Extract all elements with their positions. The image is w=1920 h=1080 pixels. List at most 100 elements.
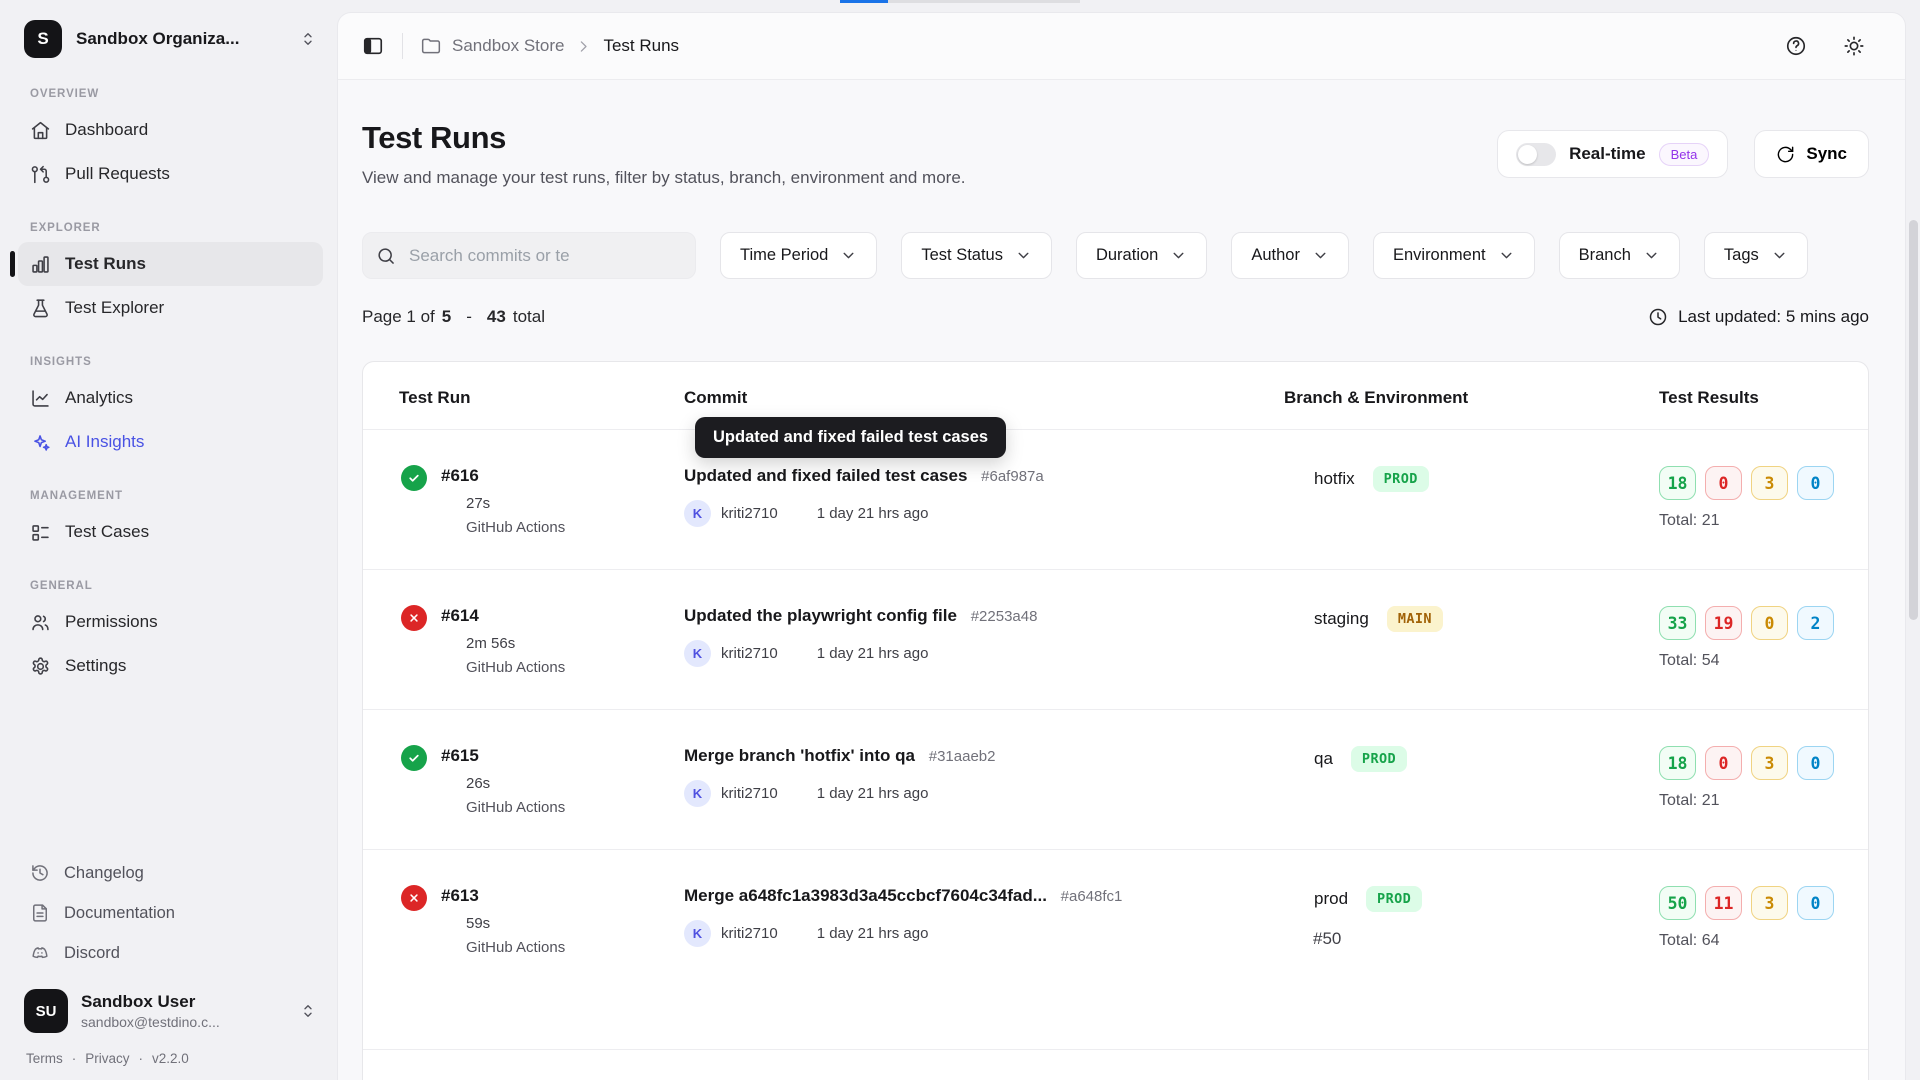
- cell-test-results: 50 11 3 0 Total: 64: [1659, 886, 1868, 1049]
- chevron-down-icon: [1498, 247, 1515, 264]
- org-switcher[interactable]: S Sandbox Organiza...: [18, 16, 323, 62]
- sidebar-item-label: Dashboard: [65, 120, 148, 140]
- list-icon: [30, 522, 51, 543]
- flaky-count-badge: 3: [1751, 466, 1788, 500]
- bar-chart-icon: [30, 254, 51, 275]
- sidebar-item-test-explorer[interactable]: Test Explorer: [18, 286, 323, 330]
- sidebar-toggle-icon[interactable]: [362, 35, 384, 57]
- terms-link[interactable]: Terms: [26, 1051, 63, 1066]
- branch-name: prod: [1314, 889, 1348, 909]
- author-name: kriti2710: [721, 925, 778, 942]
- sparkles-icon: [30, 432, 51, 453]
- author-avatar: K: [684, 780, 711, 807]
- branch-name: qa: [1314, 749, 1333, 769]
- scrollbar-thumb[interactable]: [1909, 220, 1918, 620]
- chevron-down-icon: [1170, 247, 1187, 264]
- sync-button[interactable]: Sync: [1754, 130, 1869, 178]
- github-icon: [441, 799, 458, 816]
- help-icon[interactable]: [1785, 35, 1807, 57]
- app-version: v2.2.0: [152, 1051, 189, 1066]
- clock-icon: [790, 645, 807, 662]
- author-avatar: K: [684, 920, 711, 947]
- realtime-toggle[interactable]: [1516, 143, 1556, 166]
- time-ago: 1 day 21 hrs ago: [817, 785, 929, 802]
- flaky-count-badge: 3: [1751, 746, 1788, 780]
- topbar-divider: [402, 33, 403, 59]
- sidebar-link-documentation[interactable]: Documentation: [18, 893, 323, 933]
- timer-icon: [441, 495, 458, 512]
- user-menu[interactable]: SU Sandbox User sandbox@testdino.c...: [18, 985, 323, 1037]
- page-loading-bar-fill: [840, 0, 888, 3]
- table-header: Test RunCommitBranch & EnvironmentTest R…: [363, 362, 1868, 429]
- line-chart-icon: [30, 388, 51, 409]
- section-label: OVERVIEW: [30, 88, 323, 100]
- ci-provider: GitHub Actions: [466, 519, 565, 536]
- beta-badge: Beta: [1659, 143, 1710, 166]
- last-updated: Last updated: 5 mins ago: [1648, 307, 1869, 327]
- environment-badge: MAIN: [1387, 606, 1443, 632]
- time-ago: 1 day 21 hrs ago: [817, 925, 929, 942]
- timer-icon: [441, 915, 458, 932]
- status-icon: [401, 465, 427, 491]
- status-icon: [401, 605, 427, 631]
- run-id: #614: [441, 606, 565, 626]
- pull-request-icon: [1284, 930, 1303, 949]
- git-branch-icon: [1284, 749, 1304, 769]
- sidebar-item-dashboard[interactable]: Dashboard: [18, 108, 323, 152]
- commit-message: Merge branch 'hotfix' into qa: [684, 746, 915, 765]
- sidebar-item-pull-requests[interactable]: Pull Requests: [18, 152, 323, 196]
- chevrons-up-down-icon: [299, 1002, 317, 1020]
- skipped-count-badge: 0: [1797, 746, 1834, 780]
- sidebar-item-test-cases[interactable]: Test Cases: [18, 510, 323, 554]
- environment-badge: PROD: [1351, 746, 1407, 772]
- table-row[interactable]: #616 27s GitHub Actions Updated and fixe…: [363, 429, 1868, 569]
- failed-count-badge: 0: [1705, 466, 1742, 500]
- github-icon: [441, 659, 458, 676]
- sidebar-item-permissions[interactable]: Permissions: [18, 600, 323, 644]
- org-name: Sandbox Organiza...: [76, 29, 285, 49]
- table-row[interactable]: #615 26s GitHub Actions Merge branch 'ho…: [363, 709, 1868, 849]
- time-ago: 1 day 21 hrs ago: [817, 505, 929, 522]
- total-count: Total: 64: [1659, 932, 1868, 950]
- filter-environment[interactable]: Environment: [1373, 232, 1535, 279]
- vertical-scrollbar[interactable]: [1909, 90, 1918, 1080]
- theme-toggle-icon[interactable]: [1843, 35, 1865, 57]
- cell-branch-environment: staging MAIN: [1284, 606, 1659, 709]
- filter-branch[interactable]: Branch: [1559, 232, 1680, 279]
- chevron-down-icon: [1312, 247, 1329, 264]
- breadcrumb-project[interactable]: Sandbox Store: [452, 36, 564, 56]
- privacy-link[interactable]: Privacy: [85, 1051, 129, 1066]
- filter-time-period[interactable]: Time Period: [720, 232, 877, 279]
- total-count: Total: 54: [1659, 652, 1868, 670]
- commit-message: Merge a648fc1a3983d3a45ccbcf7604c34fad..…: [684, 886, 1047, 905]
- commit-message: Updated the playwright config file: [684, 606, 957, 625]
- github-icon: [441, 939, 458, 956]
- app-root: S Sandbox Organiza... OVERVIEW Dashboard P…: [0, 0, 1920, 1080]
- skipped-count-badge: 2: [1797, 606, 1834, 640]
- filter-author[interactable]: Author: [1231, 232, 1349, 279]
- sidebar-item-analytics[interactable]: Analytics: [18, 376, 323, 420]
- filter-test-status[interactable]: Test Status: [901, 232, 1052, 279]
- chevron-down-icon: [1643, 247, 1660, 264]
- search-input[interactable]: [362, 232, 696, 279]
- ci-provider: GitHub Actions: [466, 799, 565, 816]
- separator-dot: ·: [139, 1051, 144, 1066]
- section-label: INSIGHTS: [30, 356, 323, 368]
- page-subtitle: View and manage your test runs, filter b…: [362, 168, 966, 188]
- sidebar-link-changelog[interactable]: Changelog: [18, 853, 323, 893]
- failed-count-badge: 11: [1705, 886, 1742, 920]
- user-name: Sandbox User: [81, 992, 286, 1012]
- run-duration: 59s: [466, 915, 490, 932]
- sidebar-item-ai-insights[interactable]: AI Insights: [18, 420, 323, 464]
- cell-test-run: #616 27s GitHub Actions: [363, 466, 684, 569]
- table-row[interactable]: #613 59s GitHub Actions Merge a648fc1a39…: [363, 849, 1868, 1049]
- table-row[interactable]: #614 2m 56s GitHub Actions Updated the p…: [363, 569, 1868, 709]
- sidebar-item-settings[interactable]: Settings: [18, 644, 323, 688]
- sidebar-item-test-runs[interactable]: Test Runs: [18, 242, 323, 286]
- filter-tags[interactable]: Tags: [1704, 232, 1808, 279]
- flask-icon: [30, 298, 51, 319]
- sidebar-link-discord[interactable]: Discord: [18, 933, 323, 973]
- cell-commit: Merge branch 'hotfix' into qa #31aaeb2 K…: [684, 746, 1284, 849]
- users-icon: [30, 612, 51, 633]
- filter-duration[interactable]: Duration: [1076, 232, 1207, 279]
